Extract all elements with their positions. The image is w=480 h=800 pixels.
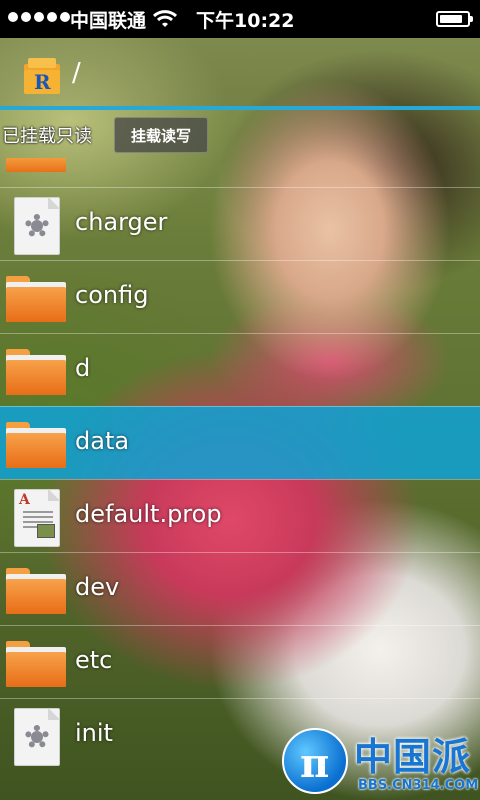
- folder-icon: [6, 562, 66, 618]
- file-row[interactable]: d: [0, 333, 480, 406]
- file-list: charger config d data Adefault.prop dev etc ini…: [0, 187, 480, 771]
- file-row[interactable]: charger: [0, 187, 480, 260]
- path-header: R /: [0, 38, 480, 106]
- file-name: init: [75, 719, 113, 747]
- folder-icon: [6, 343, 66, 399]
- current-path: /: [72, 58, 81, 88]
- folder-icon: [6, 416, 66, 472]
- mount-read-write-button[interactable]: 挂载读写: [114, 117, 208, 153]
- file-name: dev: [75, 573, 120, 601]
- clock: 下午10:22: [196, 10, 295, 32]
- file-name: default.prop: [75, 500, 222, 528]
- file-name: charger: [75, 208, 168, 236]
- file-name: config: [75, 281, 149, 309]
- file-row[interactable]: data: [0, 406, 480, 479]
- file-row[interactable]: config: [0, 260, 480, 333]
- signal-strength-icon: [8, 12, 70, 22]
- file-name: d: [75, 354, 91, 382]
- file-row[interactable]: Adefault.prop: [0, 479, 480, 552]
- root-explorer-icon: R: [24, 58, 60, 94]
- file-name: etc: [75, 646, 113, 674]
- status-bar: 中国联通 下午10:22: [0, 0, 480, 38]
- file-row[interactable]: dev: [0, 552, 480, 625]
- partial-folder-icon: [6, 158, 66, 172]
- mount-bar: 已挂载只读 挂载读写: [0, 110, 480, 158]
- gear-file-icon: [6, 197, 66, 255]
- folder-icon: [6, 270, 66, 326]
- file-name: data: [75, 427, 130, 455]
- watermark-logo-icon: π: [282, 728, 348, 794]
- gear-file-icon: [6, 708, 66, 766]
- mount-status-label: 已挂载只读: [2, 126, 92, 147]
- battery-fill: [440, 15, 462, 23]
- carrier-name: 中国联通: [70, 10, 147, 32]
- watermark: π 中国派 BBS.CN314.COM: [282, 728, 478, 796]
- file-row[interactable]: etc: [0, 625, 480, 698]
- battery-icon: [436, 11, 473, 27]
- svg-text:R: R: [34, 70, 51, 94]
- wifi-icon: [152, 10, 178, 27]
- folder-icon: [6, 635, 66, 691]
- watermark-url: BBS.CN314.COM: [358, 778, 479, 793]
- watermark-title: 中国派: [354, 735, 472, 779]
- text-file-icon: A: [6, 489, 66, 547]
